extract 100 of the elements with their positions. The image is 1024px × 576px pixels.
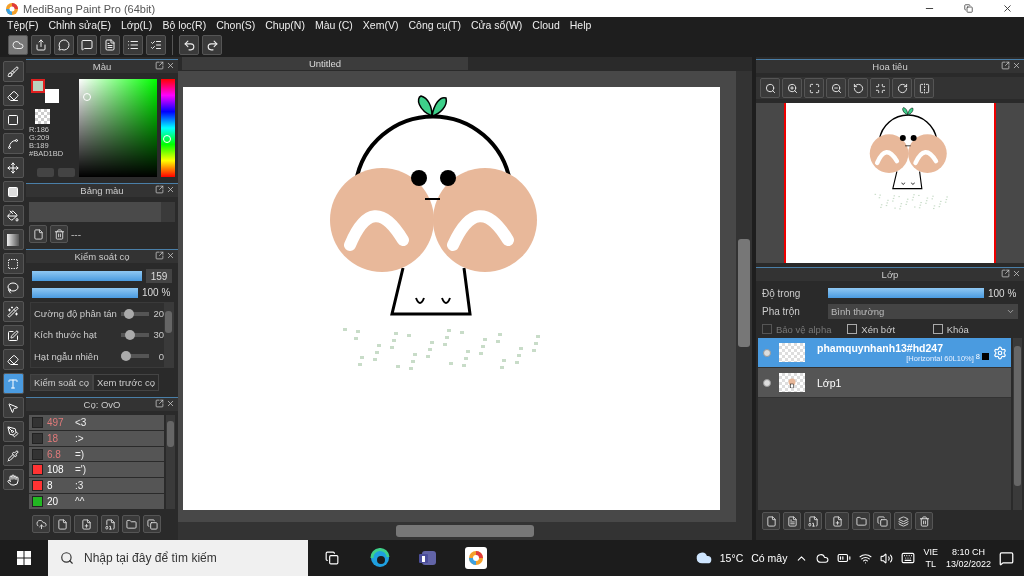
- rectangle-tool[interactable]: [2, 109, 24, 130]
- menu-item[interactable]: Bộ lọc(R): [157, 17, 212, 33]
- document-tab[interactable]: Untitled: [182, 57, 468, 70]
- filled-square-tool[interactable]: [2, 181, 24, 202]
- close-icon[interactable]: [166, 251, 175, 260]
- keyboard-icon[interactable]: [901, 551, 916, 565]
- background-color-swatch[interactable]: [45, 89, 59, 103]
- move-tool[interactable]: [2, 157, 24, 178]
- pointer-tool[interactable]: [2, 397, 24, 418]
- time[interactable]: 8:10 CH: [951, 546, 985, 558]
- wifi-icon[interactable]: [859, 551, 873, 565]
- pen-square-tool[interactable]: [2, 325, 24, 346]
- dashed-rectangle-tool[interactable]: [2, 253, 24, 274]
- cloud-button[interactable]: [8, 35, 28, 55]
- zoom-out-button[interactable]: [826, 78, 846, 98]
- menu-item[interactable]: Chỉnh sửa(E): [43, 17, 116, 33]
- menu-item[interactable]: Help: [564, 17, 597, 33]
- paint-bucket-tool[interactable]: [2, 205, 24, 226]
- keyboard-layout[interactable]: TL: [925, 558, 936, 570]
- blend-mode-dropdown[interactable]: Bình thường: [828, 303, 1018, 319]
- folder-button[interactable]: [852, 512, 870, 530]
- magic-wand-tool[interactable]: [2, 301, 24, 322]
- menu-item[interactable]: Cửa sổ(W): [465, 17, 528, 33]
- saturation-value-picker[interactable]: [79, 79, 158, 177]
- brush-row[interactable]: 8 :3: [29, 478, 164, 494]
- gradient-tool[interactable]: [2, 229, 24, 250]
- close-icon[interactable]: [166, 399, 175, 408]
- detach-icon[interactable]: [1001, 269, 1010, 278]
- numbered-layer-button[interactable]: [804, 512, 822, 530]
- battery-icon[interactable]: [837, 551, 852, 565]
- flip-button[interactable]: [914, 78, 934, 98]
- close-icon[interactable]: [1012, 61, 1021, 70]
- language[interactable]: VIE: [923, 546, 938, 558]
- visibility-toggle[interactable]: [763, 378, 771, 387]
- undo-button[interactable]: [179, 35, 199, 55]
- scrollbar[interactable]: [161, 202, 175, 222]
- rotate-right-button[interactable]: [892, 78, 912, 98]
- scrollbar-thumb[interactable]: [396, 525, 534, 537]
- brush-opacity-bar[interactable]: [32, 287, 138, 298]
- duplicate-button[interactable]: [143, 515, 161, 533]
- share-button[interactable]: [31, 35, 51, 55]
- scrollbar-thumb[interactable]: [738, 239, 750, 347]
- fit-button[interactable]: [804, 78, 824, 98]
- foreground-color-swatch[interactable]: [31, 79, 45, 93]
- visibility-toggle[interactable]: [763, 348, 771, 357]
- menu-item[interactable]: Chụp(N): [260, 17, 310, 33]
- brush-row[interactable]: 497 <3: [29, 415, 164, 430]
- layer-option-checkbox[interactable]: Xén bớt: [847, 322, 933, 336]
- brush-tool[interactable]: [2, 61, 24, 82]
- eraser-tool[interactable]: [2, 349, 24, 370]
- upload-button[interactable]: [32, 515, 50, 533]
- eraser-tool[interactable]: [2, 85, 24, 106]
- menu-item[interactable]: Chọn(S): [211, 17, 261, 33]
- detach-icon[interactable]: [1001, 61, 1010, 70]
- comment-button[interactable]: [77, 35, 97, 55]
- settings-icon[interactable]: [993, 345, 1007, 360]
- volume-icon[interactable]: [880, 551, 894, 565]
- new-layer-button[interactable]: [762, 512, 780, 530]
- scrollbar-thumb[interactable]: [1014, 346, 1021, 486]
- reset-view-button[interactable]: [870, 78, 890, 98]
- polyline-tool[interactable]: [2, 133, 24, 154]
- add-layer-button[interactable]: [825, 512, 849, 530]
- detach-icon[interactable]: [155, 399, 164, 408]
- detach-icon[interactable]: [155, 185, 164, 194]
- menu-item[interactable]: Xem(V): [357, 17, 404, 33]
- navigator-preview[interactable]: [784, 103, 996, 263]
- eyedropper-tool[interactable]: [2, 445, 24, 466]
- rotate-left-button[interactable]: [848, 78, 868, 98]
- date[interactable]: 13/02/2022: [945, 558, 991, 570]
- close-icon[interactable]: [166, 185, 175, 194]
- new-text-layer-button[interactable]: [783, 512, 801, 530]
- hand-tool[interactable]: [2, 469, 24, 490]
- pen-nib-tool[interactable]: [2, 421, 24, 442]
- new-brush-button[interactable]: [53, 515, 71, 533]
- checklist-button[interactable]: [146, 35, 166, 55]
- layer-row[interactable]: Lớp1: [758, 368, 1011, 398]
- zoom-actual-button[interactable]: [760, 78, 780, 98]
- text-tool[interactable]: [2, 373, 24, 394]
- add-brush-button[interactable]: [74, 515, 98, 533]
- brush-size-value[interactable]: 159: [146, 269, 172, 283]
- brush-row[interactable]: 18 :>: [29, 430, 164, 446]
- zoom-in-button[interactable]: [782, 78, 802, 98]
- taskbar-search-field[interactable]: Nhập tại đây để tìm kiếm: [48, 540, 308, 576]
- script-button[interactable]: [101, 515, 119, 533]
- menu-item[interactable]: Công cụ(T): [403, 17, 466, 33]
- panel-tab[interactable]: Xem trước cọ: [92, 374, 159, 391]
- scrollbar-thumb[interactable]: [167, 421, 174, 447]
- close-icon[interactable]: [166, 61, 175, 70]
- merge-button[interactable]: [894, 512, 912, 530]
- speech-bubble-button[interactable]: [54, 35, 74, 55]
- menu-item[interactable]: Lớp(L): [115, 17, 158, 33]
- lasso-tool[interactable]: [2, 277, 24, 298]
- delete-button[interactable]: [50, 225, 68, 243]
- brush-row[interactable]: 6.8 =): [29, 446, 164, 462]
- duplicate-button[interactable]: [873, 512, 891, 530]
- folder-button[interactable]: [122, 515, 140, 533]
- delete-button[interactable]: [915, 512, 933, 530]
- detach-icon[interactable]: [155, 251, 164, 260]
- layer-option-checkbox[interactable]: Khóa: [932, 322, 1018, 336]
- scrollbar-thumb[interactable]: [165, 311, 172, 333]
